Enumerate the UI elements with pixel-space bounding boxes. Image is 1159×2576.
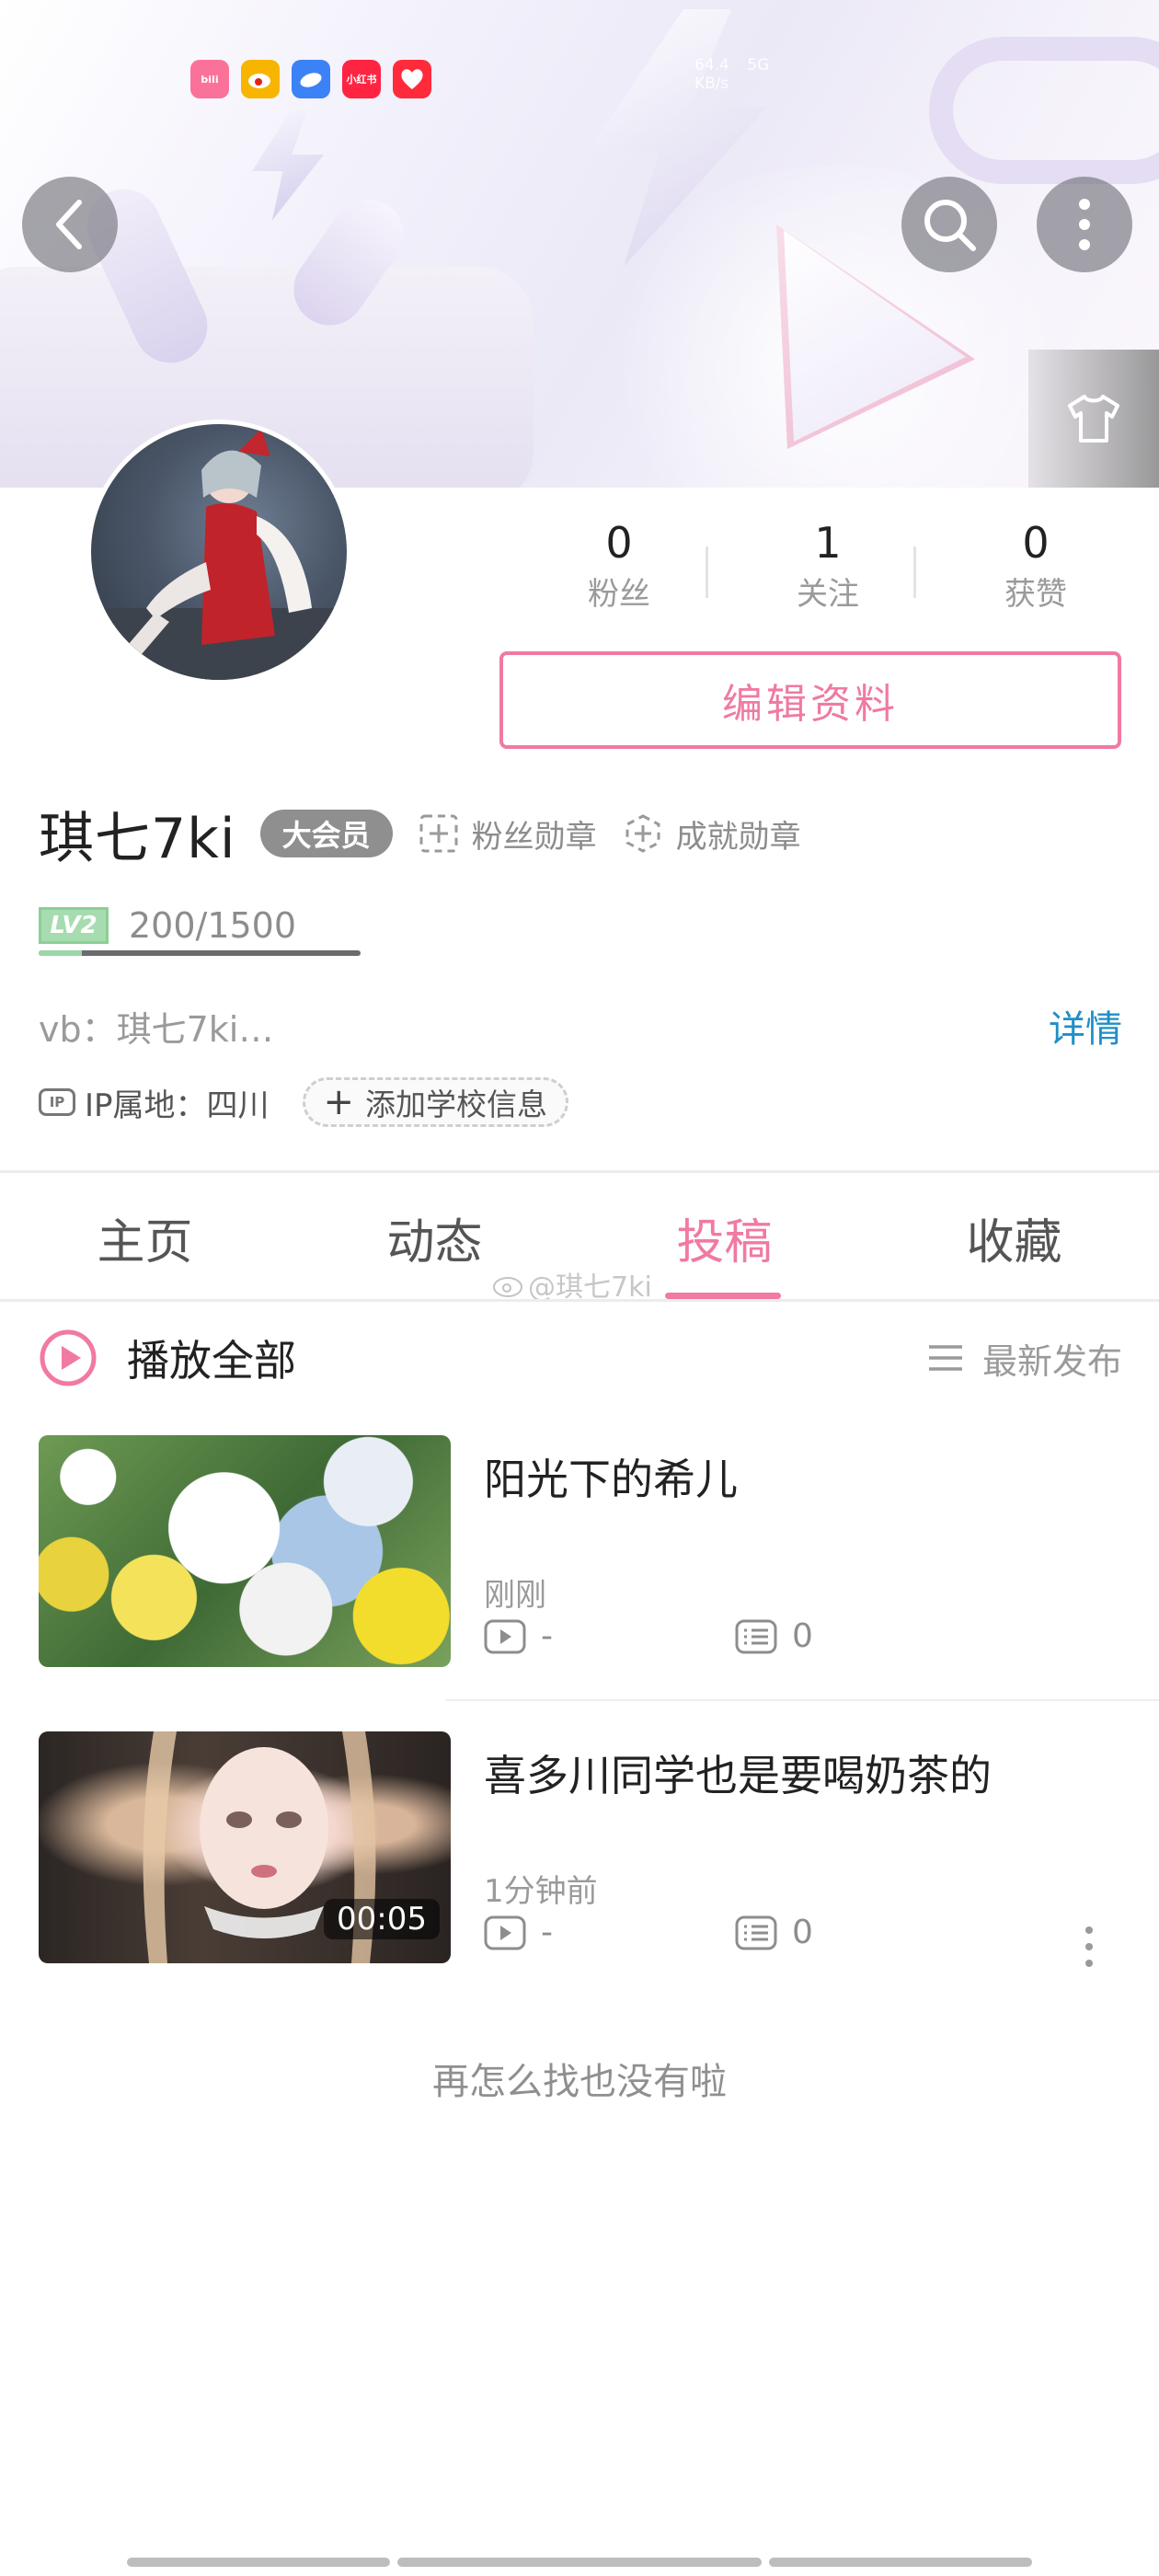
back-button[interactable]: [22, 177, 118, 272]
section-divider: [0, 1170, 1159, 1173]
video-item[interactable]: 阳光下的希儿 刚刚 - 0: [39, 1435, 1122, 1669]
gesture-bar[interactable]: [769, 2558, 1032, 2567]
video-plays: -: [484, 1617, 553, 1655]
sort-label: 最新发布: [981, 1340, 1122, 1382]
active-tab-indicator: [665, 1293, 781, 1299]
comment-count-icon: [735, 1915, 777, 1949]
stat-divider: [913, 546, 916, 598]
end-of-list-text: 再怎么找也没有啦: [432, 2061, 727, 2103]
net-speed-value: 64.4: [694, 56, 729, 75]
vip-badge[interactable]: 大会员: [259, 810, 393, 857]
video-plays: -: [484, 1914, 553, 1951]
following-label: 关注: [797, 576, 859, 613]
video-time: 刚刚: [484, 1577, 546, 1614]
play-all-button[interactable]: 播放全部: [39, 1328, 296, 1388]
video-title[interactable]: 阳光下的希儿: [484, 1446, 738, 1507]
tshirt-icon: [1068, 395, 1119, 443]
level-row: LV2 200/1500: [39, 898, 296, 953]
following-count: 1: [814, 518, 842, 568]
video-thumbnail[interactable]: [39, 1435, 451, 1667]
level-badge: LV2: [39, 907, 109, 944]
bio-text: vb：琪七7ki…: [39, 1008, 274, 1050]
sort-button[interactable]: 最新发布: [927, 1333, 1122, 1384]
banner-lightning-shape: [252, 110, 324, 221]
more-options-icon[interactable]: [1084, 1925, 1095, 1969]
network-speed: 64.4 5G KB/s: [694, 56, 769, 93]
search-button[interactable]: [901, 177, 997, 272]
comment-count-icon: [735, 1619, 777, 1653]
avatar-cosplay-image: [91, 429, 347, 680]
bio-row: vb：琪七7ki… 详情: [39, 998, 1122, 1053]
weibo-watermark-icon: [493, 1277, 522, 1297]
play-count-icon: [484, 1915, 526, 1949]
experience-bar-fill: [39, 950, 82, 956]
following-stat[interactable]: 1 关注: [724, 515, 932, 618]
video-play-count: -: [541, 1617, 553, 1655]
play-count-icon: [484, 1619, 526, 1653]
gesture-bar[interactable]: [397, 2558, 762, 2567]
add-achievement-icon: [625, 814, 660, 853]
details-link[interactable]: 详情: [1049, 999, 1122, 1052]
name-row: 琪七7ki 大会员 粉丝勋章 成就勋章: [39, 797, 801, 871]
fan-medal-button[interactable]: 粉丝勋章: [419, 811, 597, 857]
play-circle-icon: [40, 1329, 97, 1386]
video-item[interactable]: 00:05 喜多川同学也是要喝奶茶的 1分钟前 - 0: [39, 1731, 1122, 1967]
achievement-medal-button[interactable]: 成就勋章: [623, 811, 801, 857]
ip-row: IP IP属地：四川 + 添加学校信息: [39, 1075, 569, 1130]
tab-favorites[interactable]: 收藏: [869, 1176, 1159, 1299]
back-arrow-icon: [56, 200, 82, 249]
more-vertical-icon: [1079, 199, 1090, 250]
likes-stat[interactable]: 0 获赞: [932, 515, 1140, 618]
heart-app-icon: [393, 60, 431, 98]
ip-icon: IP: [39, 1088, 75, 1116]
achievement-medal-label: 成就勋章: [675, 818, 801, 856]
cloud-app-icon: [292, 60, 330, 98]
add-school-button[interactable]: + 添加学校信息: [302, 1077, 569, 1127]
xiaohongshu-app-icon: 小红书: [342, 60, 381, 98]
username: 琪七7ki: [39, 806, 236, 871]
network-type: 5G: [747, 56, 770, 75]
experience-text: 200/1500: [129, 905, 297, 946]
sort-lines-icon: [928, 1345, 962, 1371]
video-comments: 0: [735, 1914, 813, 1951]
plus-icon: +: [323, 1081, 355, 1123]
video-time: 1分钟前: [484, 1873, 598, 1910]
avatar[interactable]: [86, 420, 351, 684]
followers-label: 粉丝: [588, 576, 650, 613]
video-comment-count: 0: [792, 1617, 813, 1655]
video-thumbnail[interactable]: 00:05: [39, 1731, 451, 1963]
search-icon: [924, 200, 976, 251]
add-medal-icon: [419, 814, 458, 853]
edit-profile-button[interactable]: 编辑资料: [499, 651, 1121, 749]
video-comment-count: 0: [792, 1914, 813, 1951]
tab-home[interactable]: 主页: [0, 1176, 290, 1299]
video-title[interactable]: 喜多川同学也是要喝奶茶的: [484, 1742, 992, 1803]
list-header: 播放全部 最新发布: [39, 1325, 1122, 1391]
weibo-app-icon: [241, 60, 280, 98]
bilibili-app-icon: bili: [190, 60, 229, 98]
stat-divider: [706, 546, 708, 598]
tabs-divider: [0, 1299, 1159, 1302]
likes-label: 获赞: [1004, 576, 1067, 613]
experience-bar: [39, 950, 361, 956]
more-button[interactable]: [1037, 177, 1132, 272]
gesture-bar[interactable]: [127, 2558, 390, 2567]
add-school-label: 添加学校信息: [365, 1087, 548, 1122]
followers-stat[interactable]: 0 粉丝: [515, 515, 723, 618]
status-bar: bili 小红书 64.4 5G KB/s: [0, 51, 1159, 106]
profile-stats: 0 粉丝 1 关注 0 获赞: [515, 515, 1141, 626]
ip-location: IP属地：四川: [85, 1087, 270, 1124]
followers-count: 0: [605, 518, 633, 568]
fan-medal-label: 粉丝勋章: [471, 818, 597, 856]
video-play-count: -: [541, 1914, 553, 1951]
video-comments: 0: [735, 1617, 813, 1655]
video-duration: 00:05: [324, 1899, 440, 1939]
change-skin-button[interactable]: [1028, 350, 1159, 488]
list-divider: [445, 1699, 1159, 1701]
play-all-label: 播放全部: [127, 1336, 296, 1386]
likes-count: 0: [1022, 518, 1050, 568]
net-speed-unit: KB/s: [694, 75, 729, 93]
